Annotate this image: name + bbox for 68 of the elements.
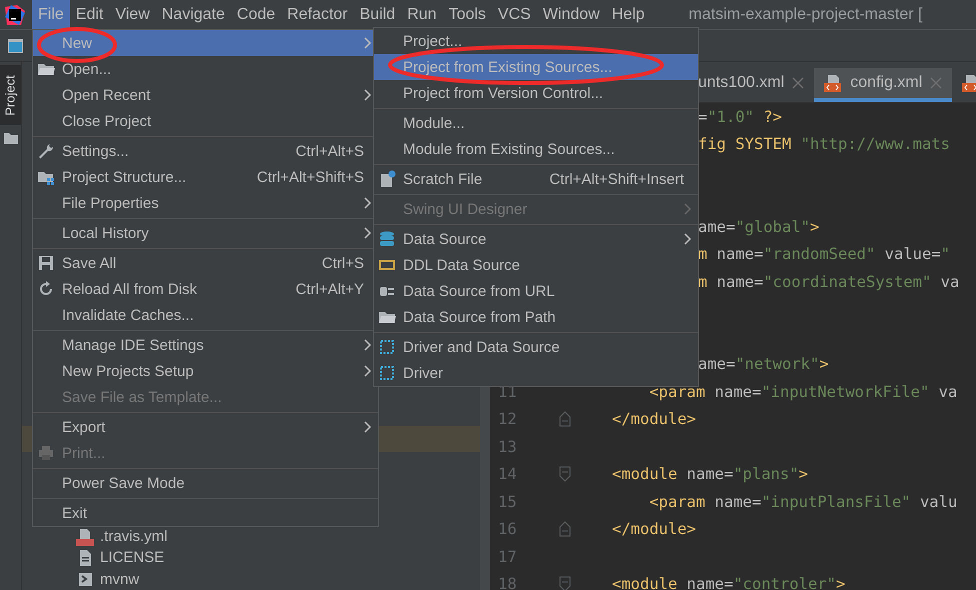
code-line: <param name="inputPlansFile" valu: [648, 492, 958, 511]
code-line: ame="network">: [697, 355, 829, 374]
chip-icon: [378, 364, 396, 382]
menu-item[interactable]: Exit: [33, 500, 378, 526]
editor-tab[interactable]: config.xml: [814, 68, 952, 102]
fold-marker-icon[interactable]: [559, 411, 571, 428]
database-icon: [378, 230, 396, 248]
line-number: 18: [497, 575, 518, 590]
menu-bar-item[interactable]: Run: [401, 0, 443, 29]
code-line: <module name="plans">: [611, 465, 808, 484]
fold-marker-icon[interactable]: [559, 521, 571, 538]
tree-item[interactable]: .travis.yml: [100, 528, 168, 546]
menu-bar-item[interactable]: Refactor: [281, 0, 354, 29]
save-icon: [37, 254, 55, 272]
reload-icon: [37, 280, 55, 298]
tool-window-tab[interactable]: Project: [0, 65, 21, 125]
line-number: 14: [497, 465, 518, 484]
code-line: </module>: [611, 520, 696, 538]
code-line: <module name="controler">: [611, 575, 846, 590]
chevron-icon: [684, 233, 692, 245]
window-title: matsim-example-project-master [: [688, 6, 922, 24]
menu-item[interactable]: Power Save Mode: [33, 470, 378, 496]
xml-file-icon: [824, 74, 842, 92]
menu-bar-item[interactable]: View: [109, 0, 156, 29]
code-line: fig SYSTEM "http://www.mats: [697, 135, 950, 154]
menu-bar-item[interactable]: Navigate: [156, 0, 231, 29]
chevron-icon: [364, 421, 372, 433]
chevron-icon: [364, 339, 372, 351]
fold-marker-icon[interactable]: [559, 576, 571, 590]
line-number: 16: [497, 520, 518, 538]
close-icon[interactable]: [930, 77, 942, 89]
app-logo-icon: [5, 4, 25, 24]
chevron-icon: [364, 89, 372, 101]
window-icon[interactable]: [8, 38, 23, 52]
editor-tab[interactable]: unts100.xml: [698, 68, 814, 102]
scratch-file-icon: [378, 170, 396, 188]
chevron-icon: [364, 227, 372, 239]
menu-item[interactable]: Export: [33, 414, 378, 440]
line-number: 15: [497, 492, 518, 511]
line-number: 13: [497, 438, 518, 456]
chevron-icon: [364, 197, 372, 209]
menu-bar-item[interactable]: Code: [230, 0, 282, 29]
xml-file-icon: [962, 74, 976, 92]
yml-file-icon: [76, 528, 94, 546]
code-line: </module>: [611, 410, 696, 428]
menu-bar-item[interactable]: Edit: [70, 0, 110, 29]
line-number: 12: [497, 410, 518, 428]
chevron-icon: [364, 365, 372, 377]
tree-item[interactable]: LICENSE: [100, 549, 164, 566]
menu-bar-item[interactable]: Help: [606, 0, 651, 29]
code-line: ame="global">: [697, 218, 820, 236]
printer-icon: [37, 444, 55, 462]
close-icon[interactable]: [792, 77, 804, 89]
menu-item[interactable]: Data Source from Path: [374, 304, 698, 330]
wrench-icon: [37, 142, 55, 160]
chevron-icon: [364, 37, 372, 49]
chip-icon: [378, 338, 396, 356]
chevron-icon: [684, 203, 692, 215]
code-line: m name="randomSeed" value=": [697, 245, 950, 264]
menu-bar-item[interactable]: VCS: [492, 0, 537, 29]
code-line: m name="coordinateSystem" va: [697, 272, 960, 291]
menu-item[interactable]: Module...: [374, 110, 698, 136]
menu-bar-item[interactable]: Build: [354, 0, 402, 29]
fold-marker-icon[interactable]: [559, 466, 571, 482]
menu-bar-item[interactable]: Tools: [442, 0, 492, 29]
menu-bar-item[interactable]: Window: [536, 0, 606, 29]
line-number: 17: [497, 548, 518, 566]
tree-item[interactable]: mvnw: [100, 570, 140, 588]
